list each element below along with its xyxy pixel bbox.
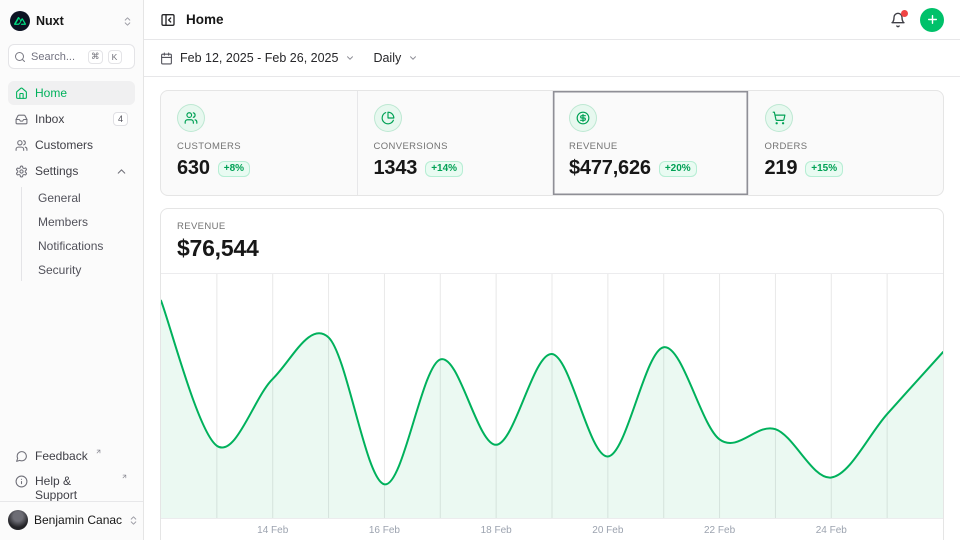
x-tick-label: 16 Feb [369, 525, 400, 536]
chart-canvas [161, 274, 943, 518]
topbar: Home [144, 0, 960, 40]
users-icon [177, 104, 205, 132]
chart-metric-label: REVENUE [177, 221, 927, 232]
period-select[interactable]: Daily [373, 51, 418, 65]
stat-value: 1343 [374, 157, 418, 180]
search-icon [14, 51, 26, 63]
sidebar-item-settings[interactable]: Settings [8, 159, 135, 183]
stat-delta-badge: +20% [659, 161, 697, 177]
users-icon [15, 139, 28, 152]
home-icon [15, 87, 28, 100]
workspace-switcher[interactable]: Nuxt [8, 8, 135, 34]
search-input[interactable] [31, 51, 83, 63]
external-link-icon [95, 448, 102, 455]
settings-submenu: General Members Notifications Security [21, 187, 135, 281]
sidebar-item-home[interactable]: Home [8, 81, 135, 105]
sidebar-item-members[interactable]: Members [34, 211, 135, 233]
help-support-label: Help & Support [35, 474, 114, 502]
avatar [8, 510, 28, 530]
kbd-cmd: ⌘ [88, 50, 103, 64]
x-tick-label: 22 Feb [704, 525, 735, 536]
main-panel: Home Feb 12, 2025 - Feb 26, 2025 Daily [144, 0, 960, 540]
stat-label: REVENUE [569, 141, 732, 152]
sidebar-nav: Home Inbox 4 Customers Settings [8, 81, 135, 283]
chevron-up-icon [115, 165, 128, 178]
notification-dot [901, 10, 908, 17]
user-name: Benjamin Canac [34, 513, 122, 527]
chart-x-axis: 14 Feb 16 Feb 18 Feb 20 Feb 22 Feb 24 Feb [161, 518, 943, 540]
sidebar-item-security[interactable]: Security [34, 259, 135, 281]
dashboard-app: Nuxt ⌘ K Home Inbox 4 Cust [0, 0, 960, 540]
panel-left-close-icon [160, 12, 176, 28]
stat-value: 219 [765, 157, 798, 180]
notifications-button[interactable] [890, 12, 906, 28]
x-tick-label: 18 Feb [481, 525, 512, 536]
stat-label: ORDERS [765, 141, 928, 152]
calendar-icon [160, 52, 173, 65]
stat-delta-badge: +14% [425, 161, 463, 177]
sidebar-item-customers[interactable]: Customers [8, 133, 135, 157]
sidebar-item-inbox[interactable]: Inbox 4 [8, 107, 135, 131]
stats-row: CUSTOMERS 630 +8% CONVERSIONS 1343 +14% [160, 90, 944, 196]
stat-value: 630 [177, 157, 210, 180]
inbox-icon [15, 113, 28, 126]
gear-icon [15, 165, 28, 178]
filters-toolbar: Feb 12, 2025 - Feb 26, 2025 Daily [144, 40, 960, 77]
chevron-down-icon [408, 53, 418, 63]
sidebar-item-general[interactable]: General [34, 187, 135, 209]
info-circle-icon [15, 475, 28, 488]
sidebar-footer-links: Feedback Help & Support [8, 447, 135, 495]
feedback-link[interactable]: Feedback [8, 447, 135, 470]
sidebar-item-notifications[interactable]: Notifications [34, 235, 135, 257]
sidebar: Nuxt ⌘ K Home Inbox 4 Cust [0, 0, 144, 540]
x-tick-label: 20 Feb [592, 525, 623, 536]
chevrons-up-down-icon [122, 16, 133, 27]
stat-delta-badge: +8% [218, 161, 250, 177]
page-title: Home [186, 12, 224, 27]
kbd-k: K [108, 50, 122, 64]
plus-icon [926, 13, 939, 26]
stat-card-conversions[interactable]: CONVERSIONS 1343 +14% [357, 91, 553, 195]
chevrons-up-down-icon [128, 515, 139, 526]
x-tick-label: 14 Feb [257, 525, 288, 536]
revenue-chart-card: REVENUE $76,544 14 Feb 16 Feb 18 Feb 20 Feb… [160, 208, 944, 540]
x-tick-label: 24 Feb [816, 525, 847, 536]
content-area: CUSTOMERS 630 +8% CONVERSIONS 1343 +14% [144, 77, 960, 540]
stat-delta-badge: +15% [805, 161, 843, 177]
pie-chart-icon [374, 104, 402, 132]
stat-label: CONVERSIONS [374, 141, 537, 152]
stat-card-orders[interactable]: ORDERS 219 +15% [748, 91, 944, 195]
period-value: Daily [373, 51, 401, 65]
add-button[interactable] [920, 8, 944, 32]
dollar-circle-icon [569, 104, 597, 132]
stat-label: CUSTOMERS [177, 141, 341, 152]
sidebar-item-label: Settings [35, 164, 78, 178]
inbox-count-badge: 4 [113, 112, 128, 127]
stat-card-customers[interactable]: CUSTOMERS 630 +8% [161, 91, 357, 195]
date-range-value: Feb 12, 2025 - Feb 26, 2025 [180, 51, 338, 65]
nuxt-logo-icon [10, 11, 30, 31]
stat-card-revenue[interactable]: REVENUE $477,626 +20% [552, 91, 748, 195]
chart-metric-value: $76,544 [177, 235, 927, 262]
external-link-icon [121, 473, 128, 480]
chevron-down-icon [345, 53, 355, 63]
sidebar-item-label: Home [35, 86, 67, 100]
collapse-sidebar-button[interactable] [160, 12, 176, 28]
sidebar-item-label: Customers [35, 138, 93, 152]
sidebar-item-label: Inbox [35, 112, 64, 126]
chart-header: REVENUE $76,544 [161, 209, 943, 274]
revenue-area-chart[interactable] [161, 274, 943, 518]
stat-value: $477,626 [569, 157, 651, 180]
user-menu[interactable]: Benjamin Canac [0, 501, 143, 532]
workspace-name: Nuxt [36, 14, 116, 28]
date-range-picker[interactable]: Feb 12, 2025 - Feb 26, 2025 [160, 51, 355, 65]
help-support-link[interactable]: Help & Support [8, 472, 135, 495]
chat-bubble-icon [15, 450, 28, 463]
cart-icon [765, 104, 793, 132]
search-input-wrap[interactable]: ⌘ K [8, 44, 135, 69]
feedback-label: Feedback [35, 449, 88, 463]
